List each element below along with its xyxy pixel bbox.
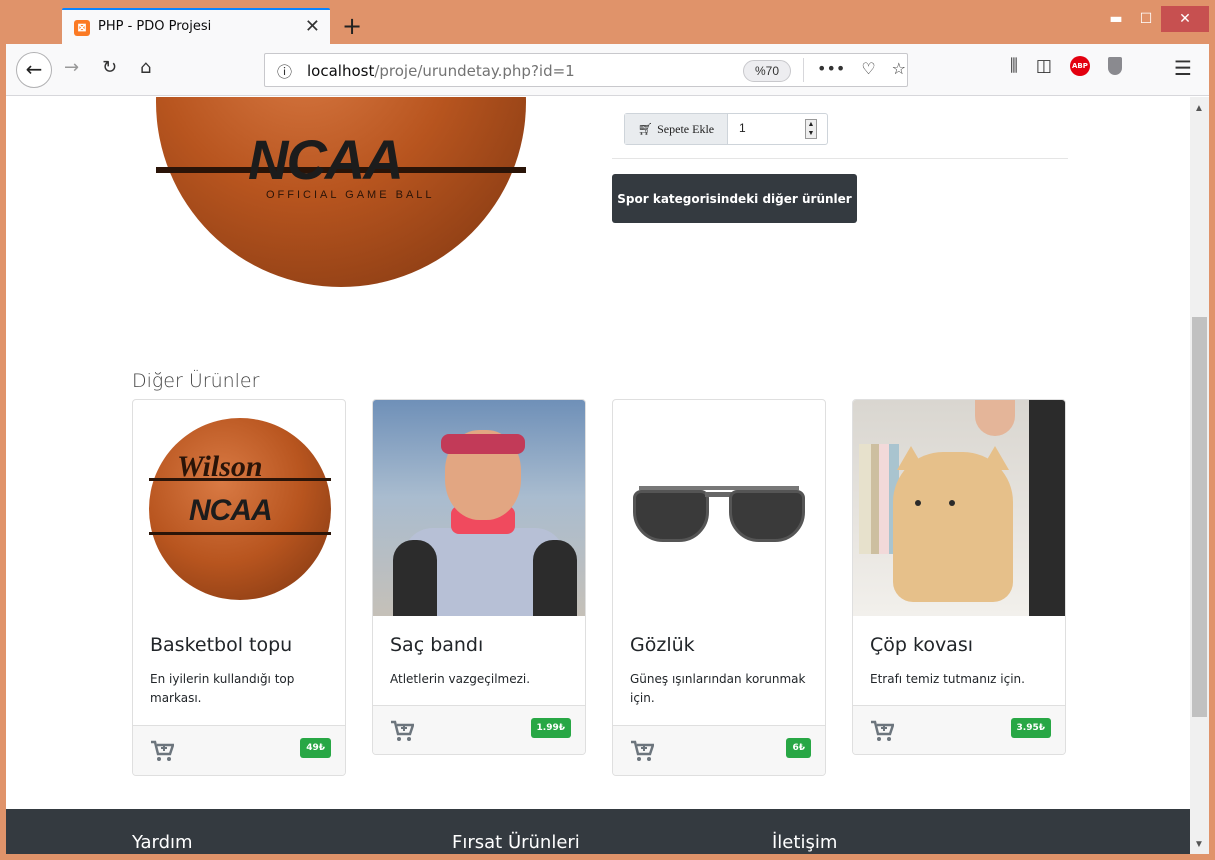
section-title: Diğer Ürünler <box>132 370 260 392</box>
adblock-plus-icon[interactable]: ABP <box>1069 56 1090 76</box>
back-arrow-icon[interactable]: ← <box>16 52 52 88</box>
add-cart-icon[interactable] <box>870 720 894 742</box>
product-card[interactable]: Saç bandı Atletlerin vazgeçilmezi. 1.99₺ <box>372 399 586 755</box>
wilson-logo: Wilson <box>177 450 263 483</box>
add-to-cart-button[interactable]: 🛒︎ Sepete Ekle <box>625 114 728 144</box>
title-bar: ⊠ PHP - PDO Projesi ✕ + ▬ ☐ ✕ <box>6 6 1209 44</box>
add-cart-icon[interactable] <box>150 740 174 762</box>
photo-headband <box>441 434 525 454</box>
page-viewport: NCAA OFFICIAL GAME BALL 🛒︎ Sepete Ekle 1… <box>6 97 1190 854</box>
reload-icon[interactable]: ↻ <box>102 57 117 78</box>
card-footer: 1.99₺ <box>373 705 585 754</box>
photo-hand <box>975 400 1015 436</box>
window-controls: ▬ ☐ ✕ <box>1101 6 1209 36</box>
photo-sleeve <box>393 540 437 616</box>
shield-icon[interactable] <box>1107 57 1122 75</box>
footer-deals[interactable]: Fırsat Ürünleri <box>452 832 580 853</box>
category-products-button[interactable]: Spor kategorisindeki diğer ürünler <box>612 174 857 223</box>
url-text[interactable]: localhost/proje/urundetay.php?id=1 <box>307 62 575 80</box>
glasses-lens <box>633 490 709 542</box>
basketball-art: Wilson NCAA <box>149 418 331 600</box>
site-footer: Yardım Fırsat Ürünleri İletişim <box>6 809 1190 854</box>
hamburger-menu-icon[interactable]: ☰ <box>1174 56 1192 80</box>
cart-icon: 🛒︎ <box>637 121 654 136</box>
price-badge: 3.95₺ <box>1010 718 1051 738</box>
product-description: Atletlerin vazgeçilmezi. <box>390 672 531 686</box>
product-title[interactable]: Saç bandı <box>390 634 483 656</box>
athlete-photo <box>373 400 585 616</box>
add-cart-icon[interactable] <box>630 740 654 762</box>
home-icon[interactable]: ⌂ <box>140 57 151 78</box>
card-footer: 49₺ <box>133 725 345 775</box>
library-icon[interactable]: ⫼ <box>1010 56 1018 76</box>
price-badge: 1.99₺ <box>530 718 571 738</box>
ncaa-logo: NCAA <box>189 494 273 527</box>
address-bar[interactable]: ⓘ localhost/proje/urundetay.php?id=1 %70… <box>264 53 908 87</box>
price-badge: 49₺ <box>300 738 331 758</box>
vertical-scrollbar[interactable]: ▲ ▼ <box>1190 97 1209 854</box>
quantity-input[interactable]: 1 <box>739 121 746 135</box>
product-card[interactable]: Wilson NCAA Basketbol topu En iyilerin k… <box>132 399 346 776</box>
bin-eye <box>915 500 921 506</box>
product-image-basketball: NCAA OFFICIAL GAME BALL <box>156 97 526 287</box>
add-to-cart-label: Sepete Ekle <box>657 121 715 136</box>
url-separator <box>803 58 804 82</box>
divider <box>612 158 1068 159</box>
add-cart-icon[interactable] <box>390 720 414 742</box>
quantity-stepper[interactable]: ▲ ▼ <box>805 119 817 139</box>
forward-arrow-icon[interactable]: → <box>64 57 79 78</box>
photo-curtain <box>1029 400 1065 616</box>
room-photo <box>853 400 1065 616</box>
bin-eye <box>949 500 955 506</box>
card-footer: 3.95₺ <box>853 705 1065 754</box>
zoom-level-badge[interactable]: %70 <box>743 60 791 82</box>
product-title[interactable]: Basketbol topu <box>150 634 292 656</box>
site-info-icon[interactable]: ⓘ <box>277 61 292 82</box>
xampp-favicon-icon: ⊠ <box>74 20 90 36</box>
scroll-up-icon[interactable]: ▲ <box>1194 103 1204 114</box>
toolbar-right-icons: ⫼ ◫ ABP <box>1010 56 1122 76</box>
product-image-trash-bin[interactable] <box>853 400 1065 616</box>
product-image-basketball[interactable]: Wilson NCAA <box>133 400 345 616</box>
product-title[interactable]: Gözlük <box>630 634 695 656</box>
product-image-sunglasses[interactable] <box>613 400 825 616</box>
product-description: Güneş ışınlarından korunmak için. <box>630 672 806 705</box>
url-actions: ••• ♡ ☆ <box>817 59 906 78</box>
price-badge: 6₺ <box>786 738 811 758</box>
photo-sleeve <box>533 540 577 616</box>
tab-title: PHP - PDO Projesi <box>98 19 212 34</box>
card-footer: 6₺ <box>613 725 825 775</box>
browser-window: ⊠ PHP - PDO Projesi ✕ + ▬ ☐ ✕ ← → ↻ ⌂ ⓘ … <box>6 6 1209 854</box>
close-window-button[interactable]: ✕ <box>1161 6 1209 32</box>
browser-tab[interactable]: ⊠ PHP - PDO Projesi ✕ <box>62 8 330 44</box>
maximize-button[interactable]: ☐ <box>1131 6 1161 32</box>
close-tab-icon[interactable]: ✕ <box>305 16 320 37</box>
ball-seam <box>149 532 331 535</box>
footer-help[interactable]: Yardım <box>132 832 193 853</box>
product-description: En iyilerin kullandığı top markası. <box>150 672 295 705</box>
footer-contact[interactable]: İletişim <box>772 832 837 853</box>
new-tab-button[interactable]: + <box>342 12 362 40</box>
product-title[interactable]: Çöp kovası <box>870 634 973 656</box>
scroll-thumb[interactable] <box>1192 317 1207 717</box>
product-description: Etrafı temiz tutmanız için. <box>870 672 1025 686</box>
product-image-headband[interactable] <box>373 400 585 616</box>
ball-print: OFFICIAL GAME BALL <box>266 189 435 201</box>
bookmark-star-icon[interactable]: ☆ <box>892 59 906 78</box>
ncaa-logo: NCAA <box>248 128 404 191</box>
product-card[interactable]: Gözlük Güneş ışınlarından korunmak için.… <box>612 399 826 776</box>
product-card[interactable]: Çöp kovası Etrafı temiz tutmanız için. 3… <box>852 399 1066 755</box>
sidebar-icon[interactable]: ◫ <box>1036 56 1052 76</box>
cat-bin <box>893 452 1013 602</box>
minimize-button[interactable]: ▬ <box>1101 6 1131 32</box>
add-to-cart-group: 🛒︎ Sepete Ekle 1 ▲ ▼ <box>624 113 828 145</box>
glasses-lens <box>729 490 805 542</box>
page-actions-icon[interactable]: ••• <box>817 59 845 78</box>
scroll-down-icon[interactable]: ▼ <box>1194 839 1204 850</box>
navigation-toolbar: ← → ↻ ⌂ ⓘ localhost/proje/urundetay.php?… <box>6 44 1209 96</box>
pocket-icon[interactable]: ♡ <box>861 59 875 78</box>
